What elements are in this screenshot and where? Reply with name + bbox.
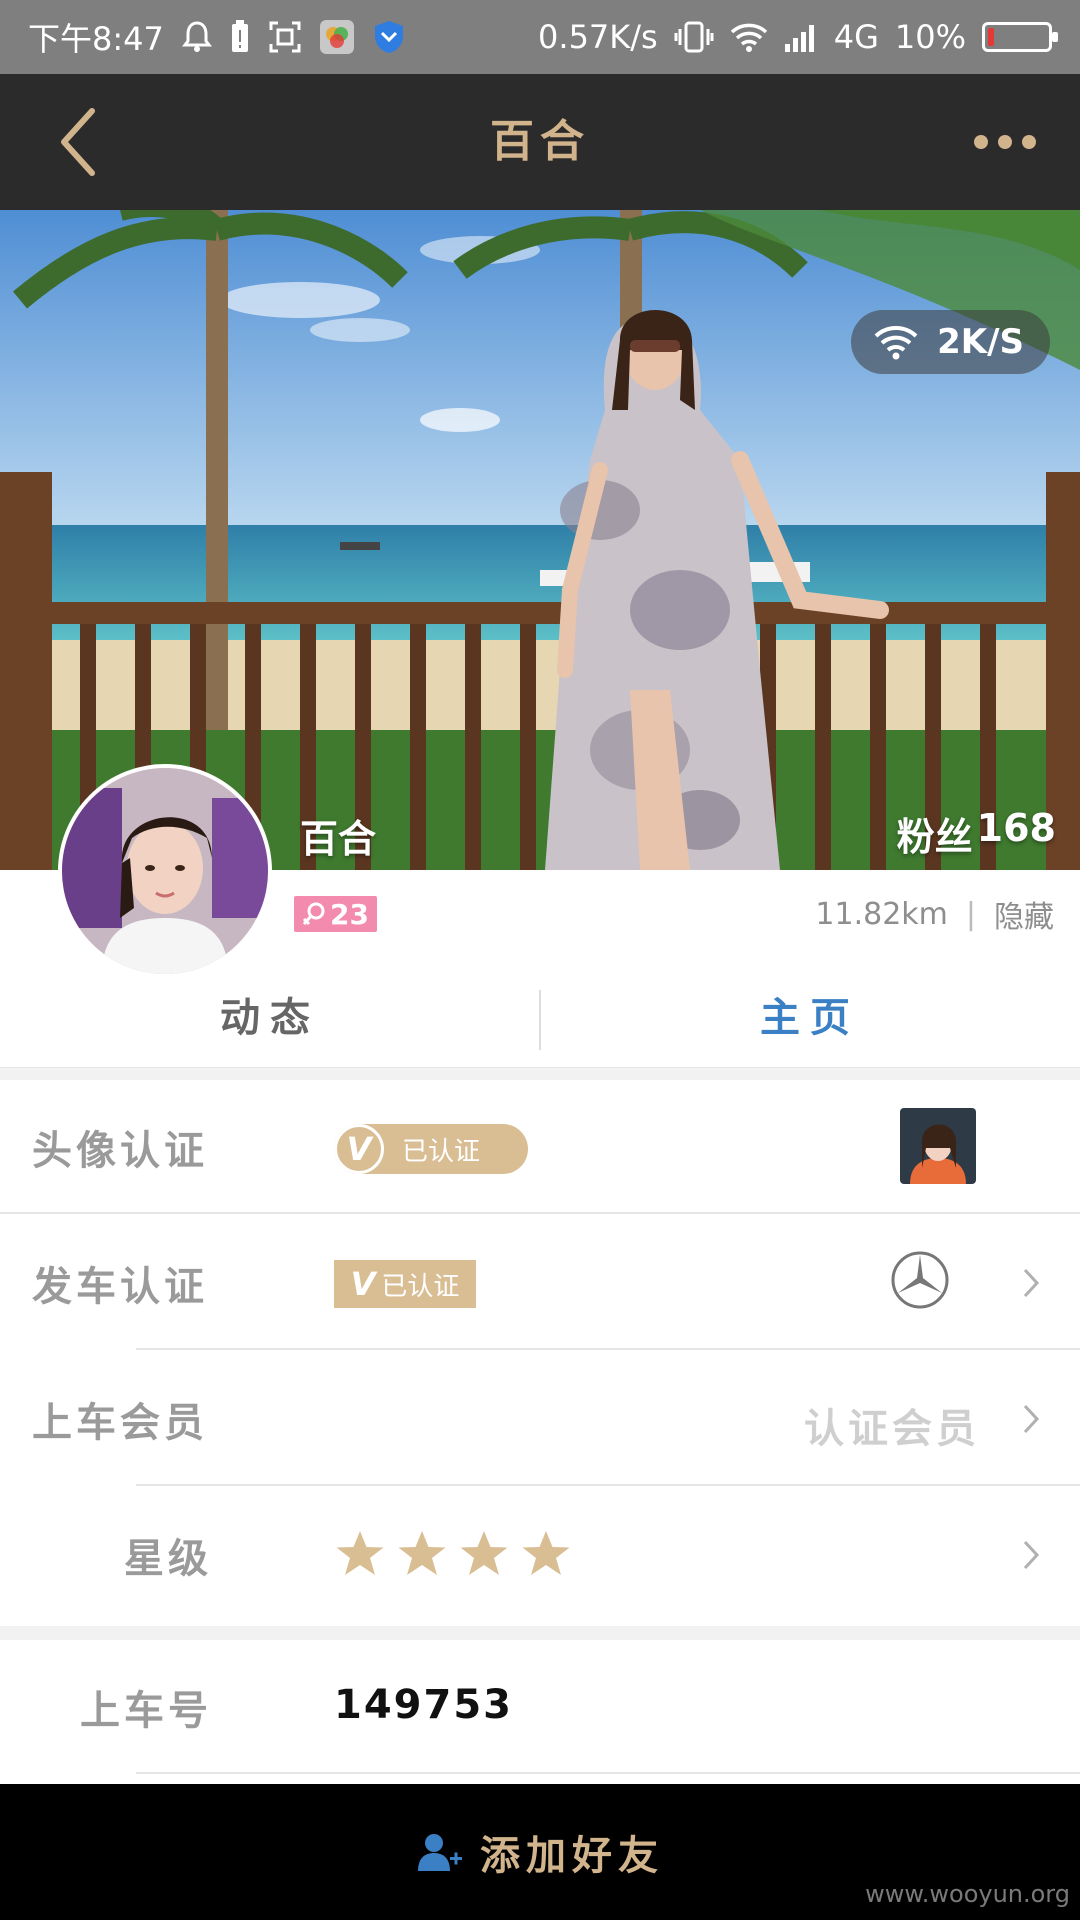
add-user-icon	[418, 1834, 462, 1871]
visibility-text: 隐藏	[994, 900, 1054, 935]
tab-moments[interactable]: 动态	[0, 960, 540, 1067]
status-time: 下午8:47	[28, 20, 164, 58]
row-divider	[136, 1772, 1080, 1774]
avatar[interactable]	[58, 764, 272, 978]
status-bar: 下午8:47 0.57K/s 4G 10%	[0, 0, 1080, 74]
female-icon	[302, 902, 325, 926]
member-row[interactable]: 上车会员 认证会员	[0, 1352, 1080, 1486]
more-button[interactable]	[960, 114, 1050, 170]
signal-icon	[784, 17, 818, 57]
star-level-label: 星级	[124, 1535, 212, 1582]
star-icon	[522, 1531, 570, 1575]
page-title: 百合	[490, 116, 590, 167]
row-divider	[0, 1212, 1080, 1214]
avatar-cert-label: 头像认证	[32, 1127, 208, 1174]
add-friend-button[interactable]: 添加好友 www.wooyun.org	[0, 1784, 1080, 1920]
speed-badge: 2K/S	[851, 310, 1050, 374]
network-type: 4G	[833, 18, 879, 56]
member-value: 认证会员	[804, 1405, 980, 1452]
member-label: 上车会员	[32, 1399, 208, 1446]
app-header: 百合	[0, 74, 1080, 210]
thumbnail-photo	[900, 1108, 976, 1184]
add-friend-label: 添加好友	[480, 1832, 664, 1879]
avatar-cert-row: 头像认证 V 已认证	[0, 1080, 1080, 1214]
row-divider	[136, 1484, 1080, 1486]
verified-v-icon: V	[350, 1265, 376, 1303]
distance-text: 11.82km	[815, 896, 948, 932]
shield-icon	[372, 17, 406, 57]
verified-v-icon: V	[334, 1124, 384, 1174]
star-rating	[334, 1528, 572, 1580]
screenshot-icon	[268, 17, 302, 57]
network-speed: 0.57K/s	[538, 18, 658, 56]
car-brand-logo-icon	[891, 1251, 949, 1309]
avatar-photo	[62, 768, 268, 974]
more-dot-icon	[974, 135, 988, 149]
fans-count[interactable]: 粉丝 168	[897, 806, 1056, 861]
star-icon	[398, 1531, 446, 1575]
car-cert-status: 已认证	[381, 1271, 460, 1302]
row-divider	[136, 1348, 1080, 1350]
star-icon	[460, 1531, 508, 1575]
gender-age-tag: 23	[294, 896, 377, 932]
tab-divider	[539, 990, 541, 1050]
number-section: 上车号 149753	[0, 1640, 1080, 1784]
avatar-cert-thumbnail[interactable]	[900, 1108, 976, 1184]
wifi-icon	[874, 326, 918, 360]
avatar-cert-badge: V 已认证	[334, 1124, 528, 1174]
star-icon	[336, 1531, 384, 1575]
distance-separator: |	[965, 896, 976, 932]
distance-info: 11.82km | 隐藏	[815, 892, 1054, 936]
avatar-cert-status: 已认证	[402, 1136, 481, 1167]
battery-icon	[982, 22, 1058, 52]
star-level-row[interactable]: 星级	[0, 1488, 1080, 1622]
vibrate-icon	[674, 17, 714, 57]
chevron-right-icon	[1016, 1402, 1046, 1436]
more-dot-icon	[1022, 135, 1036, 149]
number-label: 上车号	[80, 1687, 212, 1734]
battery-alert-icon	[230, 17, 250, 57]
car-cert-badge: V 已认证	[334, 1260, 476, 1308]
more-dot-icon	[998, 135, 1012, 149]
wifi-icon	[730, 17, 768, 57]
battery-percent: 10%	[894, 18, 966, 56]
car-cert-row[interactable]: 发车认证 V 已认证	[0, 1216, 1080, 1350]
cert-section: 头像认证 V 已认证 发车认证 V 已认证 上车会员 认证会员 星级	[0, 1080, 1080, 1626]
car-cert-label: 发车认证	[32, 1263, 208, 1310]
fans-label: 粉丝	[896, 815, 973, 859]
number-row: 上车号 149753	[0, 1640, 1080, 1774]
age-text: 23	[330, 897, 369, 931]
tab-home[interactable]: 主页	[540, 960, 1080, 1067]
watermark: www.wooyun.org	[865, 1880, 1070, 1908]
fans-number: 168	[976, 806, 1056, 850]
number-value: 149753	[334, 1682, 513, 1728]
chevron-right-icon	[1016, 1266, 1046, 1300]
cover-username: 百合	[300, 816, 377, 861]
notification-bell-icon	[181, 17, 212, 57]
chevron-right-icon	[1016, 1538, 1046, 1572]
speed-text: 2K/S	[937, 322, 1024, 362]
app-notification-icon	[319, 17, 354, 57]
